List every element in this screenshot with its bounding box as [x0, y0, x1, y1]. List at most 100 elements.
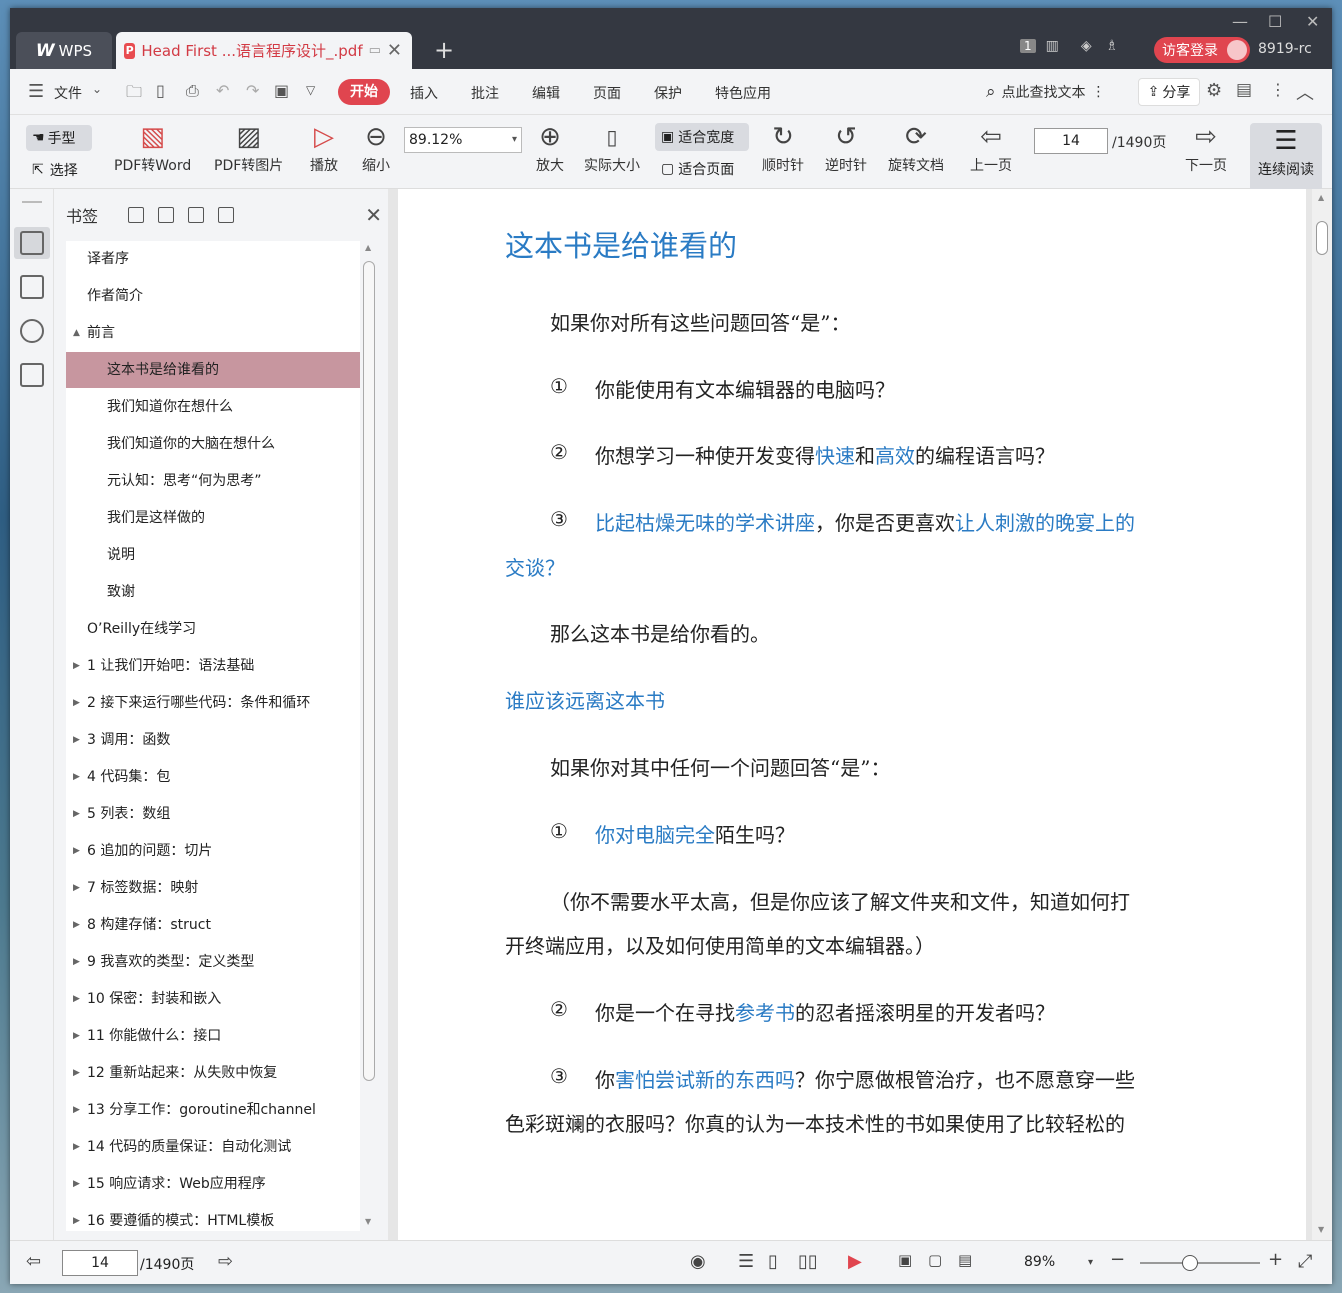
chevron-down-icon[interactable]: ▾	[1088, 1257, 1093, 1268]
scroll-down-icon[interactable]: ▼	[1318, 1225, 1324, 1234]
expand-toggle-icon[interactable]: ▶	[73, 870, 80, 906]
bookmark-item[interactable]: ▶ 6 追加的问题：切片	[66, 833, 360, 869]
two-page-icon[interactable]: ▯▯	[798, 1251, 818, 1272]
expand-toggle-icon[interactable]: ▶	[73, 1055, 80, 1091]
bookmark-item[interactable]: ▶ 1 让我们开始吧：语法基础	[66, 648, 360, 684]
next-page-icon[interactable]: ⇨	[218, 1251, 233, 1272]
tab-comment[interactable]: 批注	[471, 83, 499, 103]
share-button[interactable]: ⇪ 分享	[1138, 78, 1200, 106]
tab-edit[interactable]: 编辑	[532, 83, 560, 103]
continuous-reading-button[interactable]: ☰ 连续阅读	[1250, 123, 1322, 189]
pdf-to-word-button[interactable]: ▧ PDF转Word	[114, 119, 191, 175]
bookmark-item[interactable]: 这本书是给谁看的	[66, 352, 360, 388]
select-tool-button[interactable]: ⇱ 选择	[32, 160, 78, 180]
play-button[interactable]: ▷ 播放	[310, 119, 338, 175]
close-tab-icon[interactable]: ✕	[387, 40, 402, 61]
zoom-in-button[interactable]: ⊕ 放大	[536, 119, 564, 175]
bookmark-item[interactable]: 说明	[66, 537, 360, 573]
expand-toggle-icon[interactable]: ▶	[73, 1018, 80, 1054]
document-tab[interactable]: P Head First ...语言程序设计_.pdf ▭ ✕	[116, 32, 412, 69]
hamburger-icon[interactable]: ☰	[28, 81, 44, 102]
play-icon[interactable]: ▶	[848, 1251, 862, 1272]
bookmark-item[interactable]: 译者序	[66, 241, 360, 277]
status-page-input[interactable]: 14	[62, 1250, 138, 1276]
expand-toggle-icon[interactable]: ▶	[73, 907, 80, 943]
wps-home-tab[interactable]: W WPS	[16, 32, 112, 69]
guest-login-button[interactable]: 访客登录	[1154, 37, 1250, 63]
rotate-clockwise-button[interactable]: ↻ 顺时针	[762, 119, 804, 175]
prev-page-button[interactable]: ⇦ 上一页	[970, 119, 1012, 175]
zoom-select[interactable]: 89.12% ▾	[404, 127, 522, 153]
save-icon[interactable]: ▯	[156, 81, 165, 100]
bookmark-item[interactable]: ▶ 12 重新站起来：从失败中恢复	[66, 1055, 360, 1091]
scroll-down-icon[interactable]: ▼	[365, 1217, 371, 1226]
export-icon[interactable]: ▣	[274, 81, 289, 100]
bookmark-item[interactable]: ▶ 4 代码集：包	[66, 759, 360, 795]
bookmark-item[interactable]: 我们知道你的大脑在想什么	[66, 426, 360, 462]
bookmark-options-icon[interactable]	[218, 207, 235, 223]
bookmark-item[interactable]: ▶ 8 构建存储：struct	[66, 907, 360, 943]
annotation-icon[interactable]	[20, 319, 44, 343]
quick-access-dropdown-icon[interactable]: ▽	[306, 83, 315, 97]
skin-icon[interactable]: ♗	[1106, 38, 1119, 54]
more-options-icon[interactable]: ⋮	[1270, 80, 1286, 99]
tab-protect[interactable]: 保护	[654, 83, 682, 103]
bookmark-item[interactable]: ▶ 2 接下来运行哪些代码：条件和循环	[66, 685, 360, 721]
bookmark-item[interactable]: 元认知：思考“何为思考”	[66, 463, 360, 499]
scroll-up-icon[interactable]: ▲	[365, 243, 371, 252]
tab-page[interactable]: 页面	[593, 83, 621, 103]
comment-icon[interactable]: ▤	[1236, 80, 1252, 100]
bookmark-item[interactable]: 致谢	[66, 574, 360, 610]
expand-toggle-icon[interactable]: ▶	[73, 796, 80, 832]
zoom-plus-icon[interactable]: +	[1268, 1249, 1283, 1270]
expand-toggle-icon[interactable]: ▶	[73, 1166, 80, 1202]
zoom-out-button[interactable]: ⊖ 缩小	[362, 119, 390, 175]
hand-tool-button[interactable]: ☚ 手型	[26, 125, 92, 151]
more-vertical-icon[interactable]: ⋮	[1092, 84, 1106, 100]
bookmark-item[interactable]: ▶ 16 要遵循的模式：HTML模板	[66, 1203, 360, 1231]
tab-insert[interactable]: 插入	[410, 83, 438, 103]
continuous-view-icon[interactable]: ☰	[738, 1251, 754, 1272]
bookmark-item[interactable]: ▶ 10 保密：封装和嵌入	[66, 981, 360, 1017]
expand-toggle-icon[interactable]: ▶	[73, 981, 80, 1017]
redo-icon[interactable]: ↷	[246, 81, 259, 100]
find-text-search[interactable]: ⌕ 点此查找文本 ⋮	[986, 82, 1106, 102]
bookmark-item[interactable]: O’Reilly在线学习	[66, 611, 360, 647]
expand-toggle-icon[interactable]: ▶	[73, 648, 80, 684]
minimize-icon[interactable]: —	[1232, 12, 1248, 31]
bookmark-item[interactable]: 我们知道你在想什么	[66, 389, 360, 425]
tab-start[interactable]: 开始	[338, 79, 390, 105]
maximize-icon[interactable]: ☐	[1268, 12, 1282, 31]
bookmark-item[interactable]: ▶ 9 我喜欢的类型：定义类型	[66, 944, 360, 980]
expand-toggle-icon[interactable]: ▶	[73, 1092, 80, 1128]
bookmark-item[interactable]: ▶ 15 响应请求：Web应用程序	[66, 1166, 360, 1202]
zoom-minus-icon[interactable]: −	[1110, 1249, 1125, 1270]
expand-all-icon[interactable]	[128, 207, 145, 223]
scroll-up-icon[interactable]: ▲	[1318, 193, 1324, 202]
gear-icon[interactable]: ⚙	[1206, 80, 1222, 101]
new-tab-icon[interactable]: +	[434, 36, 454, 64]
fit-width-button[interactable]: ▣ 适合宽度	[655, 123, 749, 151]
expand-toggle-icon[interactable]: ▶	[73, 722, 80, 758]
actual-size-icon[interactable]: ▣	[898, 1251, 912, 1269]
expand-toggle-icon[interactable]: ▶	[73, 833, 80, 869]
eye-protection-icon[interactable]: ◉	[690, 1251, 706, 1272]
document-scrollbar[interactable]: ▲ ▼	[1312, 189, 1332, 1240]
rotate-counterclockwise-button[interactable]: ↺ 逆时针	[825, 119, 867, 175]
expand-toggle-icon[interactable]: ▶	[73, 1129, 80, 1165]
bookmark-item[interactable]: 作者简介	[66, 278, 360, 314]
collapse-ribbon-icon[interactable]: ︿	[1296, 79, 1314, 105]
expand-toggle-icon[interactable]: ▶	[73, 1203, 80, 1231]
thumbnail-icon[interactable]	[20, 275, 44, 299]
chevron-down-icon[interactable]: ⌄	[92, 82, 102, 96]
bookmark-item[interactable]: ▶ 14 代码的质量保证：自动化测试	[66, 1129, 360, 1165]
bookmark-scrollbar[interactable]: ▲ ▼	[360, 241, 378, 1231]
add-bookmark-icon[interactable]	[188, 207, 205, 223]
attachment-icon[interactable]	[20, 363, 44, 387]
fit-page-icon[interactable]: ▢	[928, 1251, 942, 1269]
page-number-input[interactable]: 14	[1034, 128, 1108, 154]
close-window-icon[interactable]: ✕	[1306, 12, 1319, 31]
expand-toggle-icon[interactable]: ▶	[73, 759, 80, 795]
collapse-toggle-icon[interactable]: ▲	[73, 315, 80, 351]
theme-icon[interactable]: ◈	[1081, 38, 1092, 54]
